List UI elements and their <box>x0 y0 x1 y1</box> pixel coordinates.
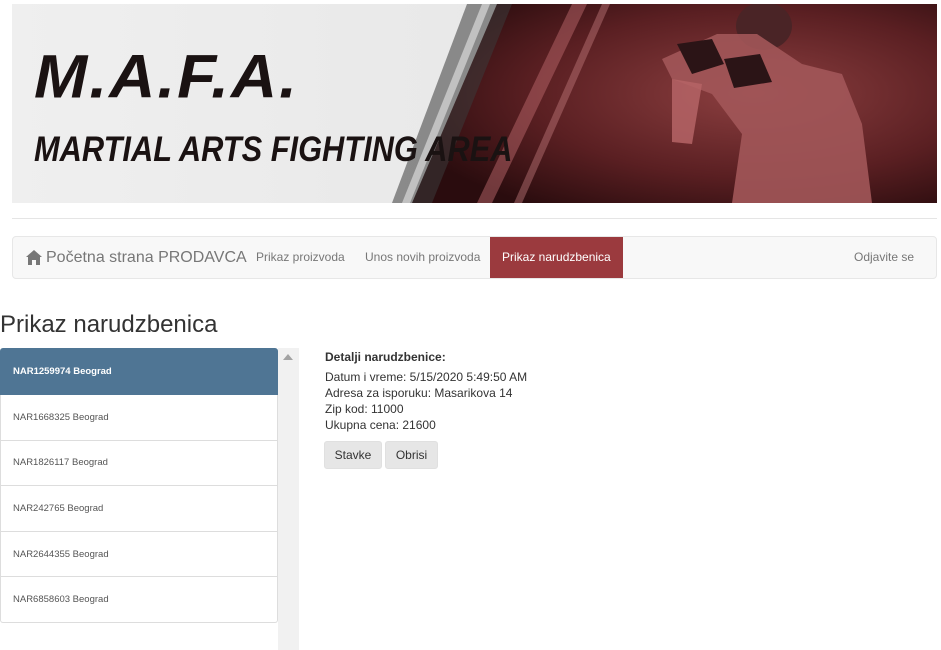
header-banner: M.A.F.A. MARTIAL ARTS FIGHTING AREA <box>12 4 937 203</box>
scroll-up-arrow-icon[interactable] <box>283 354 293 360</box>
list-item-order[interactable]: NAR1668325 Beograd <box>0 395 278 441</box>
page-title: Prikaz narudzbenica <box>0 311 218 338</box>
details-zip: Zip kod: 11000 <box>325 402 404 416</box>
items-button[interactable]: Stavke <box>324 441 382 469</box>
nav-link-prikaz-narudzbenica[interactable]: Prikaz narudzbenica <box>490 237 623 278</box>
nav-brand-home[interactable]: Početna strana PRODAVCA <box>26 237 247 278</box>
orders-list-scrollbar[interactable] <box>278 348 299 650</box>
banner-subtitle: MARTIAL ARTS FIGHTING AREA <box>34 130 513 169</box>
logout-link[interactable]: Odjavite se <box>854 237 914 278</box>
nav-brand-label: Početna strana PRODAVCA <box>46 248 247 266</box>
details-address: Adresa za isporuku: Masarikova 14 <box>325 386 513 400</box>
list-item-order[interactable]: NAR1259974 Beograd <box>0 348 278 395</box>
list-item-order[interactable]: NAR6858603 Beograd <box>0 577 278 623</box>
list-item-order[interactable]: NAR242765 Beograd <box>0 486 278 532</box>
orders-list: NAR1259974 Beograd NAR1668325 Beograd NA… <box>0 348 278 650</box>
nav-link-prikaz-proizvoda[interactable]: Prikaz proizvoda <box>256 237 345 278</box>
nav-link-unos-novih-proizvoda[interactable]: Unos novih proizvoda <box>365 237 480 278</box>
navbar: Početna strana PRODAVCA Prikaz proizvoda… <box>12 236 937 279</box>
details-title: Detalji narudzbenice: <box>325 350 446 364</box>
list-item-order[interactable]: NAR2644355 Beograd <box>0 531 278 578</box>
home-icon <box>26 250 42 265</box>
details-total: Ukupna cena: 21600 <box>325 418 436 432</box>
header-divider <box>12 218 937 219</box>
list-item-order[interactable]: NAR1826117 Beograd <box>0 440 278 487</box>
details-datetime: Datum i vreme: 5/15/2020 5:49:50 AM <box>325 370 528 384</box>
banner-title: M.A.F.A. <box>34 42 299 111</box>
delete-button[interactable]: Obrisi <box>385 441 438 469</box>
order-details: Detalji narudzbenice: Datum i vreme: 5/1… <box>325 349 527 433</box>
